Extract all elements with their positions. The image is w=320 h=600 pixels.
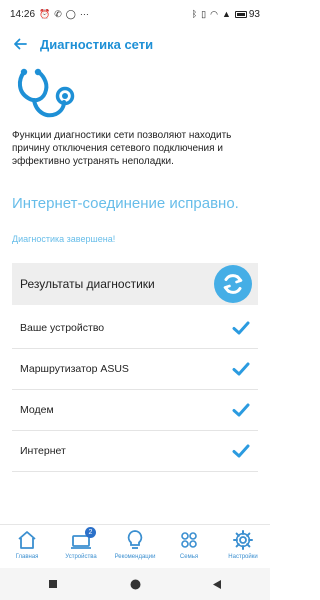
refresh-button[interactable] (214, 265, 252, 303)
check-icon (232, 444, 250, 458)
back-button[interactable] (2, 30, 38, 58)
description-text: Функции диагностики сети позволяют наход… (12, 130, 232, 167)
nav-label: Настройки (228, 554, 258, 560)
vibrate-icon: ▯ (201, 8, 207, 19)
results-list: Ваше устройство Маршрутизатор ASUS Модем… (12, 308, 258, 472)
system-nav-bar (0, 568, 270, 600)
result-item-router[interactable]: Маршрутизатор ASUS (12, 349, 258, 390)
lightbulb-icon (127, 530, 143, 549)
nav-label: Главная (15, 554, 39, 560)
nav-item-recommendations[interactable]: Рекомендации (108, 525, 162, 568)
nav-item-home[interactable]: Главная (0, 525, 54, 568)
system-back-button[interactable] (211, 578, 223, 590)
nav-label: Семья (179, 554, 199, 560)
family-icon (181, 532, 197, 548)
nav-item-devices[interactable]: 2 Устройства (54, 525, 108, 568)
diagnostic-complete-text: Диагностика завершена! (12, 234, 116, 244)
whatsapp-icon: ◯ (65, 8, 76, 19)
nav-label: Устройства (65, 554, 97, 560)
devices-badge: 2 (85, 527, 96, 538)
alarm-icon: ⏰ (39, 8, 51, 19)
missed-call-icon: ✆ (54, 8, 62, 19)
result-item-modem[interactable]: Модем (12, 390, 258, 431)
recents-icon (49, 580, 57, 588)
app-header: Диагностика сети (0, 30, 270, 58)
results-title: Результаты диагностики (20, 277, 155, 291)
status-time: 14:26 (10, 8, 36, 20)
stethoscope-icon (17, 68, 75, 118)
battery-icon (234, 10, 247, 18)
battery-indicator: 93 (234, 8, 260, 20)
result-item-label: Модем (20, 404, 54, 416)
result-item-label: Маршрутизатор ASUS (20, 363, 129, 375)
status-bar: 14:26 ⏰ ✆ ◯ ··· ᛒ ▯ ◠ ▲ 93 (0, 0, 270, 28)
refresh-icon (223, 274, 243, 294)
result-item-label: Ваше устройство (20, 322, 105, 334)
results-header: Результаты диагностики (12, 263, 258, 305)
result-item-label: Интернет (20, 445, 66, 457)
home-icon (18, 531, 36, 549)
back-triangle-icon (213, 579, 221, 589)
nav-item-settings[interactable]: Настройки (216, 525, 270, 568)
bluetooth-icon: ᛒ (191, 8, 198, 19)
nav-label: Рекомендации (114, 554, 156, 560)
back-arrow-icon (14, 38, 27, 50)
check-icon (232, 321, 250, 335)
wifi-icon: ◠ (210, 8, 218, 19)
page-title: Диагностика сети (40, 36, 154, 52)
recents-button[interactable] (47, 578, 59, 590)
battery-level: 93 (248, 8, 260, 20)
home-circle-icon (130, 579, 140, 589)
result-item-internet[interactable]: Интернет (12, 431, 258, 472)
gear-icon (233, 530, 253, 550)
connection-status-title: Интернет-соединение исправно. (12, 195, 239, 212)
result-item-device[interactable]: Ваше устройство (12, 308, 258, 349)
more-dots-icon: ··· (79, 8, 89, 19)
nav-item-family[interactable]: Семья (162, 525, 216, 568)
home-system-button[interactable] (129, 578, 141, 590)
check-icon (232, 362, 250, 376)
signal-icon: ▲ (221, 8, 231, 19)
bottom-nav: Главная 2 Устройства Рекомендации Семья (0, 524, 270, 568)
check-icon (232, 403, 250, 417)
